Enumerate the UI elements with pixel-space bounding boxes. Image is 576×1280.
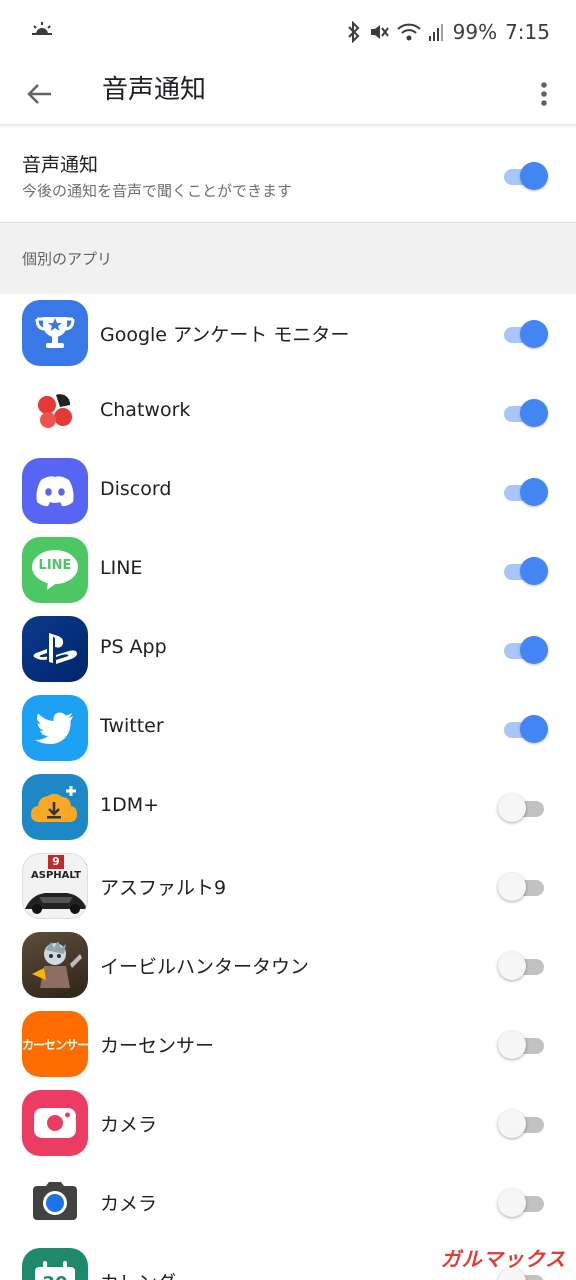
twitter-bird-icon [22,695,88,761]
app-list: Google アンケート モニター Chatwork Discord LINE … [0,294,576,1280]
status-icons: 99% 7:15 [347,18,550,46]
calendar-icon: 20 [22,1248,88,1280]
carsensor-icon: カーセンサー [22,1011,88,1077]
list-item[interactable]: 9 ASPHALT アスファルト9 [0,847,576,926]
calendar-date: 20 [35,1273,75,1280]
arrow-back-icon[interactable] [20,70,60,118]
toggle-knob [520,399,548,427]
toggle-knob [498,1031,526,1059]
app-toggle[interactable] [502,634,548,666]
toggle-knob [520,162,548,190]
line-bubble: LINE [30,548,80,592]
section-header: 個別のアプリ [0,222,576,294]
toggle-knob [498,1189,526,1217]
wifi-icon [396,22,421,42]
master-toggle[interactable] [502,160,548,192]
list-item[interactable]: Discord [0,452,576,531]
app-name: カーセンサー [100,1035,215,1057]
calendar-ring [63,1261,67,1271]
app-name: Discord [100,478,172,500]
app-name: アスファルト9 [100,877,227,899]
line-icon: LINE [22,537,88,603]
app-toggle[interactable] [498,1187,548,1219]
list-item[interactable]: PS App [0,610,576,689]
list-item[interactable]: Google アンケート モニター [0,294,576,373]
master-setting-row[interactable]: 音声通知 今後の通知を音声で聞くことができます [0,128,576,222]
app-name: カメラ [100,1114,158,1136]
app-name: PS App [100,636,167,658]
app-toggle[interactable] [502,555,548,587]
download-cloud-icon [22,774,88,840]
page-title: 音声通知 [102,75,207,105]
app-toggle[interactable] [502,713,548,745]
app-toggle[interactable] [502,397,548,429]
app-toggle[interactable] [498,1108,548,1140]
toggle-knob [520,557,548,585]
toggle-knob [520,636,548,664]
list-item[interactable]: カメラ [0,1084,576,1163]
line-icon-text: LINE [38,558,72,573]
asphalt-wordmark: ASPHALT [31,870,81,881]
app-name: Chatwork [100,399,191,421]
google-opinion-rewards-icon [22,300,88,366]
signal-icon [428,22,445,42]
app-toggle[interactable] [498,871,548,903]
section-header-label: 個別のアプリ [22,250,113,268]
toggle-knob [498,952,526,980]
app-toggle[interactable] [502,318,548,350]
list-item[interactable]: カメラ [0,1163,576,1242]
evil-hunter-tycoon-icon [22,932,88,998]
app-toggle[interactable] [498,792,548,824]
toggle-knob [520,320,548,348]
watermark: ガルマックス [440,1247,566,1271]
playstation-icon [22,616,88,682]
app-name: カレンダー [100,1268,195,1280]
list-item[interactable]: Chatwork [0,373,576,452]
app-toggle[interactable] [498,950,548,982]
list-item[interactable]: イービルハンタータウン [0,926,576,1005]
app-toggle[interactable] [498,1029,548,1061]
calendar-page: 20 [33,1259,77,1280]
mute-vibrate-icon [369,22,389,42]
toggle-knob [520,478,548,506]
app-name: カメラ [100,1193,158,1215]
battery-level: 99% [452,20,498,44]
carsensor-icon-text: カーセンサー [22,1037,88,1052]
app-name: イービルハンタータウン [100,956,310,978]
master-setting-subtitle: 今後の通知を音声で聞くことができます [22,182,293,200]
list-item[interactable]: Twitter [0,689,576,768]
app-bar: 音声通知 [0,62,576,126]
master-setting-title: 音声通知 [22,154,99,176]
app-name: Twitter [100,715,164,737]
toggle-knob [520,715,548,743]
toggle-knob [498,1110,526,1138]
google-camera-icon [22,1169,88,1235]
list-item[interactable]: カーセンサー カーセンサー [0,1005,576,1084]
toggle-knob [498,794,526,822]
toggle-knob [498,873,526,901]
list-item[interactable]: 1DM+ [0,768,576,847]
status-bar: 99% 7:15 [0,0,576,62]
chatwork-icon [22,379,88,445]
app-name: 1DM+ [100,794,160,816]
more-vert-icon[interactable] [526,70,562,118]
list-item[interactable]: LINE LINE [0,531,576,610]
calendar-ring [43,1261,47,1271]
asphalt9-icon: 9 ASPHALT [22,853,88,919]
camera-icon [22,1090,88,1156]
app-name: Google アンケート モニター [100,324,350,346]
clock: 7:15 [505,20,550,44]
weather-icon [30,20,54,40]
bluetooth-icon [347,21,361,43]
app-toggle[interactable] [502,476,548,508]
asphalt-artwork: 9 ASPHALT [23,854,87,918]
app-name: LINE [100,557,143,579]
discord-icon [22,458,88,524]
asphalt-number: 9 [48,855,64,869]
